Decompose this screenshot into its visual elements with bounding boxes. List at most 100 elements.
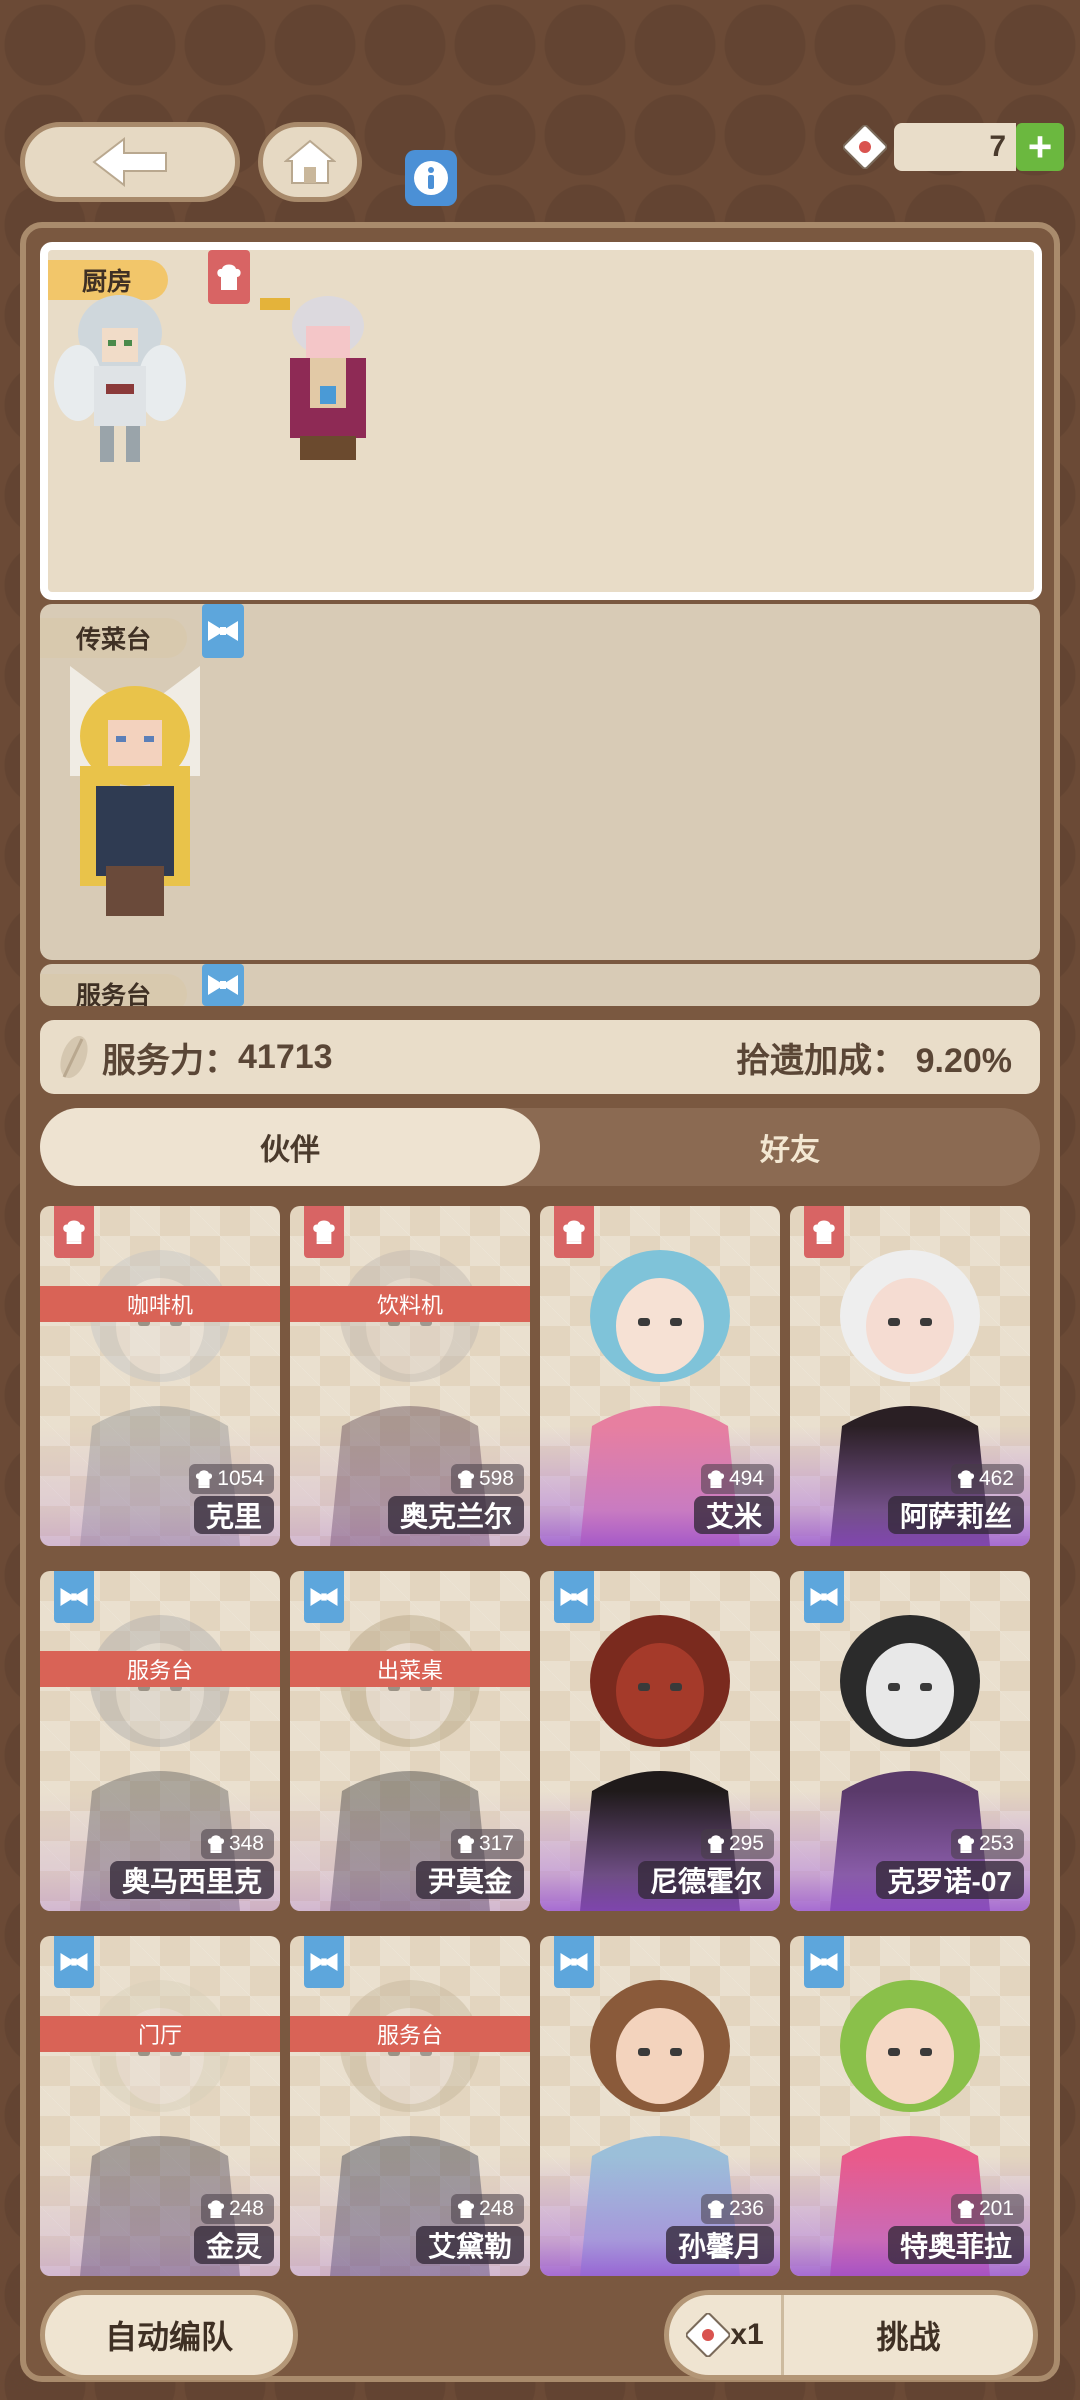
character-name: 克罗诺-07	[875, 1861, 1024, 1899]
info-icon	[414, 161, 448, 195]
bowtie-icon	[202, 604, 244, 658]
challenge-button[interactable]: x1 挑战	[664, 2290, 1038, 2380]
power-value: 236	[728, 2197, 764, 2220]
power-badge: 248	[450, 2194, 524, 2224]
home-icon	[284, 139, 336, 184]
auto-formation-button[interactable]: 自动编队	[40, 2290, 298, 2380]
chef-hat-icon	[196, 1470, 213, 1488]
challenge-cost-label: x1	[730, 2318, 764, 2351]
chef-hat-icon	[207, 1835, 225, 1853]
character-card[interactable]: 饮料机 598 奥克兰尔	[290, 1206, 530, 1546]
character-card[interactable]: 201 特奥菲拉	[790, 1936, 1030, 2276]
assigned-station-label: 服务台	[290, 2016, 530, 2052]
challenge-cost: x1	[669, 2295, 784, 2375]
tab-bar: 伙伴 好友	[40, 1108, 1040, 1186]
assigned-station-label: 出菜桌	[290, 1651, 530, 1687]
character-card[interactable]: 门厅 248 金灵	[40, 1936, 280, 2276]
power-value: 598	[478, 1467, 514, 1490]
character-name: 金灵	[193, 2226, 274, 2264]
station-kitchen[interactable]: 厨房	[40, 242, 1042, 600]
bowtie-icon	[304, 1936, 344, 1988]
character-card[interactable]: 295 尼德霍尔	[540, 1571, 780, 1911]
station-serving[interactable]: 传菜台	[40, 604, 1040, 960]
character-card[interactable]: 服务台 348 奥马西里克	[40, 1571, 280, 1911]
ticket-icon	[686, 2313, 731, 2357]
power-badge: 295	[700, 1829, 774, 1859]
power-value: 248	[228, 2197, 264, 2220]
chef-hat-icon	[208, 250, 250, 304]
power-value: 1054	[217, 1467, 264, 1490]
feather-icon	[60, 1035, 88, 1079]
assigned-station-label: 咖啡机	[40, 1286, 280, 1322]
power-badge: 317	[450, 1829, 524, 1859]
power-value: 462	[978, 1467, 1014, 1490]
character-name: 克里	[193, 1496, 274, 1534]
character-card[interactable]: 462 阿萨莉丝	[790, 1206, 1030, 1546]
bowtie-icon	[202, 964, 244, 1006]
bowtie-icon	[54, 1936, 94, 1988]
chef-hat-icon	[457, 1835, 475, 1853]
tab-partners[interactable]: 伙伴	[40, 1108, 540, 1186]
chef-hat-icon	[957, 1835, 975, 1853]
tab-friends[interactable]: 好友	[540, 1108, 1040, 1186]
bowtie-icon	[554, 1571, 594, 1623]
power-badge: 248	[200, 2194, 274, 2224]
chef-hat-icon	[457, 1470, 475, 1488]
bonus-label: 拾遗加成：	[736, 1041, 907, 1080]
power-badge: 462	[950, 1464, 1024, 1494]
chef-hat-icon	[804, 1206, 844, 1258]
power-badge: 236	[700, 2194, 774, 2224]
stats-bar: 服务力： 41713 拾遗加成： 9.20%	[40, 1020, 1040, 1094]
ticket-counter: 7 +	[840, 122, 1064, 172]
bowtie-icon	[804, 1936, 844, 1988]
character-name: 奥马西里克	[109, 1861, 274, 1899]
bonus-value: 9.20%	[915, 1041, 1012, 1080]
character-sprite-kitchen-2[interactable]	[260, 286, 390, 466]
power-value: 295	[728, 1832, 764, 1855]
add-ticket-button[interactable]: +	[1016, 123, 1064, 171]
chef-hat-icon	[957, 2200, 975, 2218]
ticket-count: 7	[894, 123, 1016, 171]
character-card[interactable]: 253 克罗诺-07	[790, 1571, 1030, 1911]
power-badge: 494	[700, 1464, 774, 1494]
assigned-station-label: 饮料机	[290, 1286, 530, 1322]
power-badge: 201	[950, 2194, 1024, 2224]
back-button[interactable]	[20, 122, 240, 202]
chef-hat-icon	[457, 2200, 475, 2218]
character-grid: 咖啡机 1054 克里 饮料机 598 奥克兰尔 494 艾米 462 阿萨莉丝服务台 348 奥马西…	[40, 1206, 1040, 2276]
power-value: 317	[478, 1832, 514, 1855]
character-name: 阿萨莉丝	[887, 1496, 1024, 1534]
character-name: 奥克兰尔	[387, 1496, 524, 1534]
station-service[interactable]: 服务台	[40, 964, 1040, 1006]
chef-hat-icon	[554, 1206, 594, 1258]
power-badge: 598	[450, 1464, 524, 1494]
power-value: 248	[478, 2197, 514, 2220]
chef-hat-icon	[957, 1470, 975, 1488]
home-button[interactable]	[258, 122, 362, 202]
station-label: 传菜台	[40, 618, 188, 658]
chef-hat-icon	[207, 2200, 225, 2218]
character-name: 特奥菲拉	[887, 2226, 1024, 2264]
character-card[interactable]: 咖啡机 1054 克里	[40, 1206, 280, 1546]
bowtie-icon	[304, 1571, 344, 1623]
info-button[interactable]	[405, 150, 457, 206]
character-card[interactable]: 236 孙馨月	[540, 1936, 780, 2276]
power-badge: 253	[950, 1829, 1024, 1859]
assigned-station-label: 门厅	[40, 2016, 280, 2052]
service-power-label: 服务力：	[102, 1041, 238, 1080]
service-power-value: 41713	[238, 1037, 333, 1076]
character-card[interactable]: 出菜桌 317 尹莫金	[290, 1571, 530, 1911]
character-card[interactable]: 服务台 248 艾黛勒	[290, 1936, 530, 2276]
bowtie-icon	[804, 1571, 844, 1623]
ticket-icon	[840, 122, 890, 172]
bowtie-icon	[54, 1571, 94, 1623]
character-card[interactable]: 494 艾米	[540, 1206, 780, 1546]
chef-hat-icon	[707, 1835, 725, 1853]
character-name: 艾黛勒	[415, 2226, 524, 2264]
challenge-label: 挑战	[876, 2319, 941, 2355]
chef-hat-icon	[707, 2200, 725, 2218]
character-sprite-serving-1[interactable]	[50, 656, 220, 926]
assigned-station-label: 服务台	[40, 1651, 280, 1687]
power-value: 494	[728, 1467, 764, 1490]
character-sprite-kitchen-1[interactable]	[50, 288, 190, 468]
